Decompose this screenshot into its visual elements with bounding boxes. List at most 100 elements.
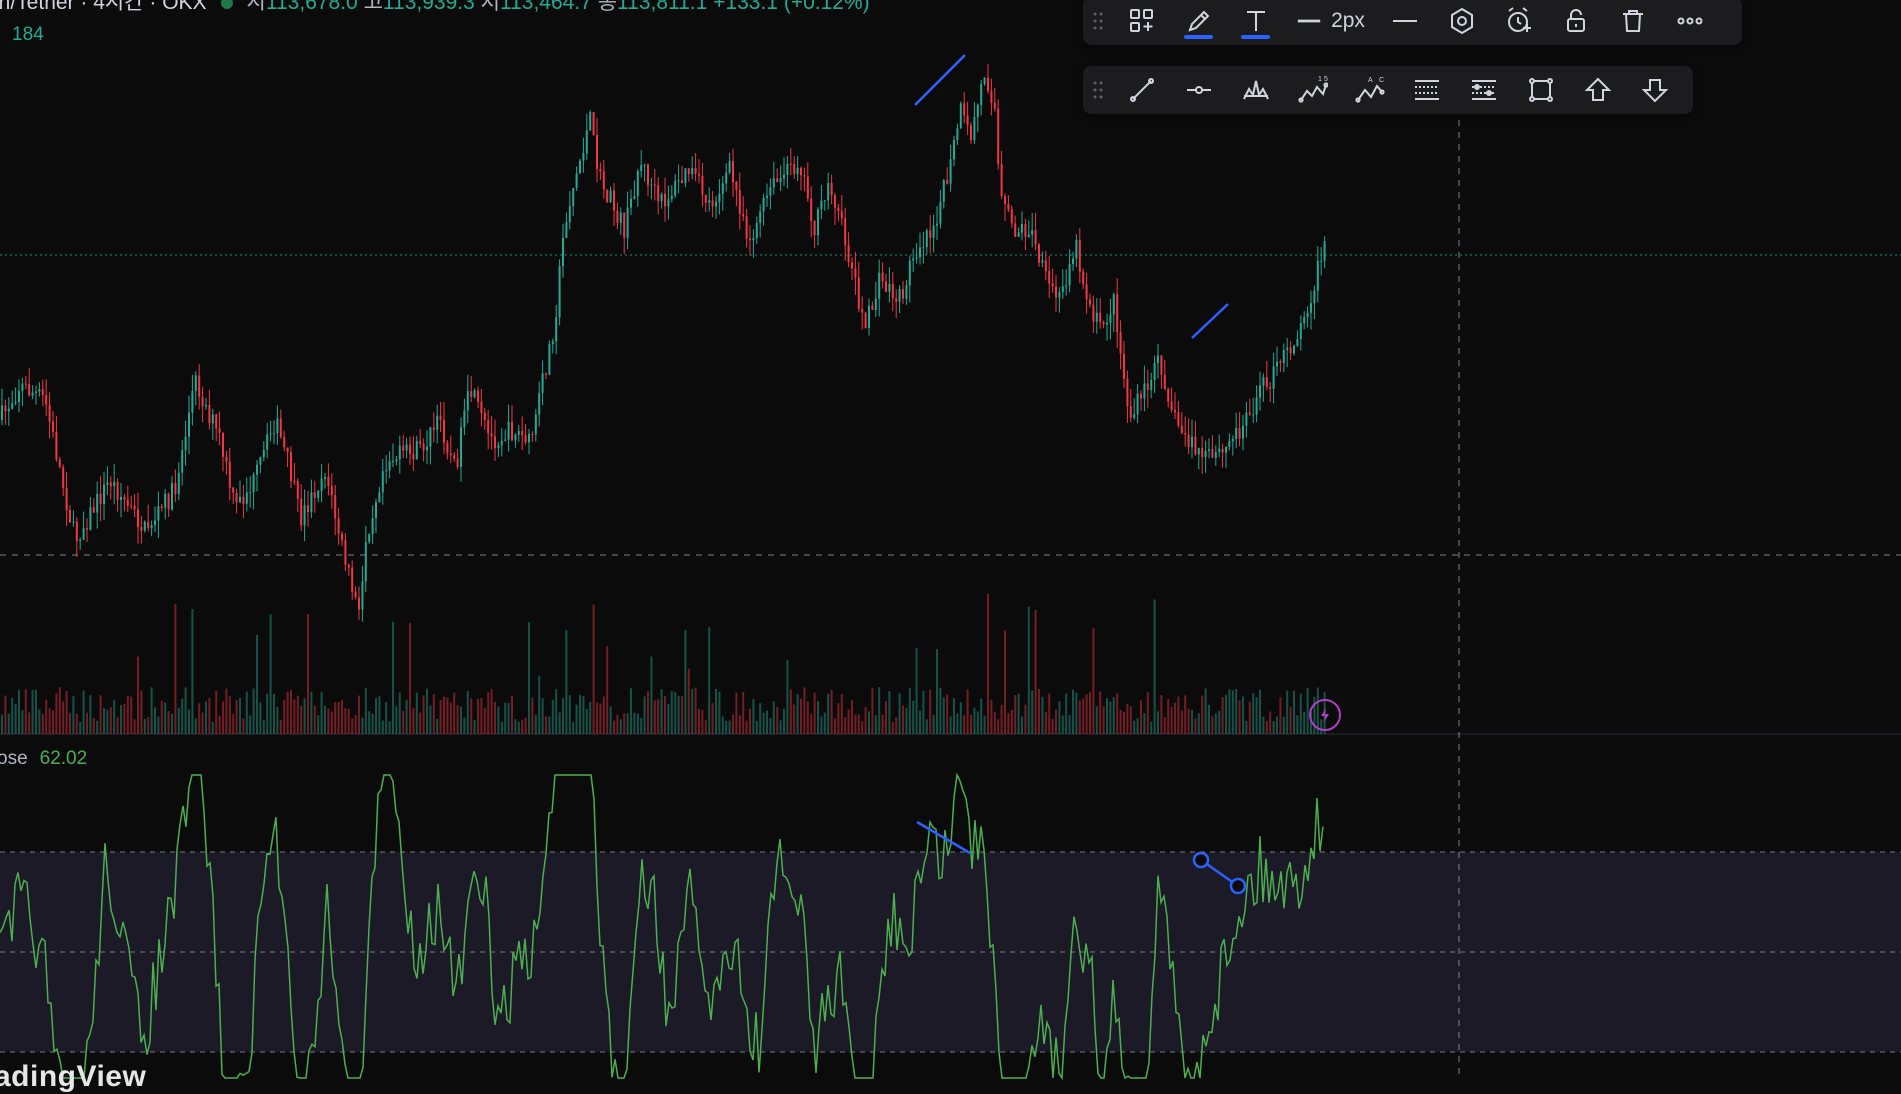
volume-bar [1211, 716, 1214, 734]
text-icon[interactable] [1227, 0, 1284, 45]
candle-body [480, 401, 483, 413]
candle-body [966, 115, 969, 126]
volume-bar [35, 689, 37, 734]
volume-bar [259, 702, 262, 734]
arrow-down-icon[interactable] [1626, 66, 1683, 114]
brand-logo[interactable]: adingView [0, 1060, 146, 1094]
templates-icon[interactable] [1113, 0, 1170, 45]
candle-body [541, 373, 544, 393]
candle-body [912, 258, 915, 261]
settings-icon[interactable] [1433, 0, 1490, 45]
candle-body [993, 103, 996, 109]
volume-bar [490, 689, 493, 734]
volume-bar [626, 713, 629, 734]
price-chart[interactable] [0, 0, 1901, 1080]
volume-bar [1055, 709, 1057, 734]
volume-bar [494, 702, 496, 734]
volume-bar [123, 703, 126, 734]
volume-bar [1282, 716, 1285, 734]
volume-bar [11, 698, 14, 734]
alert-icon[interactable] [1490, 0, 1547, 45]
volume-bar [460, 706, 462, 734]
elliott-wave-icon[interactable]: 1 5 [1284, 66, 1341, 114]
volume-bar [150, 687, 153, 734]
candle-body [626, 207, 629, 238]
pulse-icon[interactable] [1309, 699, 1341, 731]
candle-body [891, 284, 894, 299]
candle-body [1228, 441, 1231, 447]
horizontal-ray-icon[interactable] [1170, 66, 1227, 114]
candle-body [245, 492, 248, 504]
volume-bar [762, 712, 765, 734]
trendline-drawing [914, 54, 966, 106]
rectangle-icon[interactable] [1512, 66, 1569, 114]
volume-bar [1242, 696, 1244, 734]
volume-bar [609, 706, 612, 734]
volume-bar [538, 675, 541, 734]
candle-body [320, 478, 323, 491]
volume-bar [1238, 700, 1241, 734]
delete-icon[interactable] [1604, 0, 1661, 45]
volume-bar [75, 713, 78, 734]
candle-body [133, 505, 136, 510]
candle-body [820, 200, 823, 210]
volume-bar [511, 695, 513, 734]
candle-body [337, 518, 340, 534]
volume-bar [201, 712, 204, 734]
candle-body [283, 436, 286, 448]
volume-bar [262, 720, 265, 734]
candle-body [171, 483, 173, 510]
arrow-up-icon[interactable] [1569, 66, 1626, 114]
trend-line-icon[interactable] [1113, 66, 1170, 114]
candle-body [647, 164, 649, 186]
volume-bar [429, 705, 432, 734]
candle-body [130, 505, 133, 507]
line-width-button[interactable]: 2px [1284, 0, 1376, 45]
volume-bar [966, 689, 969, 734]
fib-extension-icon[interactable] [1455, 66, 1512, 114]
lock-icon[interactable] [1547, 0, 1604, 45]
candle-body [1072, 258, 1074, 265]
candle-body [99, 493, 102, 505]
drag-handle-icon[interactable] [1083, 66, 1113, 114]
candle-body [65, 487, 68, 511]
volume-bar [640, 718, 643, 734]
candle-body [1174, 409, 1176, 413]
rsi-legend[interactable]: ose 62.02 [0, 748, 87, 770]
volume-bar [1133, 720, 1136, 734]
fib-retracement-icon[interactable] [1398, 66, 1455, 114]
line-style-icon[interactable] [1376, 0, 1433, 45]
candle-body [1021, 224, 1023, 233]
volume-bar [1089, 692, 1091, 734]
candle-body [660, 193, 663, 201]
candle-body [211, 414, 214, 424]
candle-body [1323, 241, 1326, 261]
pencil-icon[interactable] [1170, 0, 1227, 45]
candle-body [667, 199, 670, 207]
abcd-pattern-icon[interactable]: A C [1341, 66, 1398, 114]
candle-body [198, 375, 201, 397]
volume-bar [541, 698, 544, 734]
symbol-title[interactable]: in/Tether · 4시간 · OKX [0, 0, 207, 14]
volume-bar [92, 718, 95, 734]
candle-body [279, 418, 282, 437]
volume-bar [796, 694, 799, 734]
candle-body [463, 410, 466, 428]
candle-body [575, 173, 578, 189]
candle-body [596, 135, 598, 170]
candle-body [103, 484, 105, 505]
candle-body [41, 389, 44, 395]
volume-bar [1248, 701, 1251, 734]
drag-handle-icon[interactable] [1083, 0, 1113, 45]
volume-bar [983, 715, 986, 734]
candle-body [1075, 239, 1078, 259]
candle-body [528, 433, 530, 443]
more-icon[interactable] [1661, 0, 1718, 45]
candle-body [419, 441, 422, 444]
volume-bar [711, 703, 714, 734]
candle-body [334, 494, 337, 519]
candle-body [1259, 385, 1261, 398]
volume-bar [507, 702, 510, 734]
head-shoulders-icon[interactable] [1227, 66, 1284, 114]
candle-body [232, 487, 235, 493]
